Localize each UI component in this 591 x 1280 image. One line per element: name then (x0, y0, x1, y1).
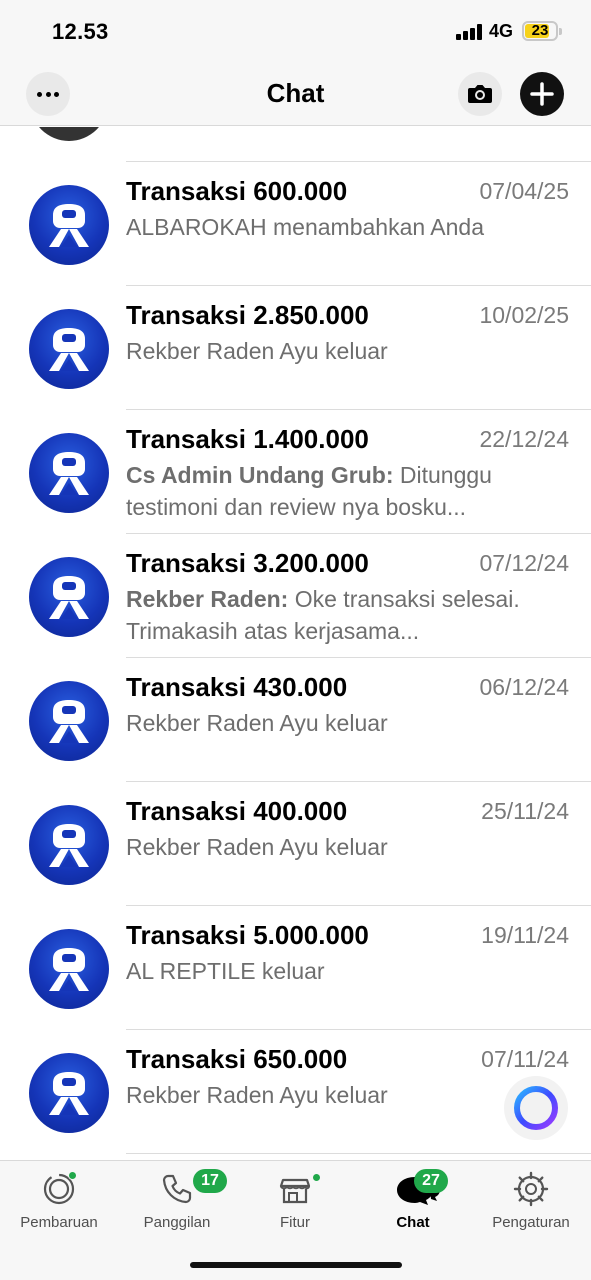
new-chat-button[interactable] (520, 72, 564, 116)
chat-preview: Rekber Raden Ayu keluar (126, 707, 526, 739)
chat-message: Rekber Raden Ayu keluar (126, 834, 388, 860)
avatar[interactable] (29, 185, 109, 265)
chat-name: Transaksi 430.000 (126, 672, 348, 702)
camera-button[interactable] (458, 72, 502, 116)
chat-message: Rekber Raden Ayu keluar (126, 1082, 388, 1108)
chat-message: Rekber Raden Ayu keluar (126, 338, 388, 364)
rekber-logo-icon (49, 204, 89, 247)
chat-preview: Cs Admin Undang Grub: Ditunggu testimoni… (126, 462, 492, 520)
rekber-logo-icon (49, 452, 89, 495)
row-divider (126, 161, 591, 162)
tab-badge: 27 (414, 1169, 448, 1193)
tab-label: Panggilan (143, 1214, 211, 1231)
signal-icon (456, 24, 482, 40)
tab-pembaruan[interactable]: Pembaruan (0, 1161, 118, 1241)
battery-icon: 23 (522, 21, 558, 41)
chat-name: Transaksi 3.200.000 (126, 548, 369, 578)
battery-level: 23 (531, 22, 549, 39)
avatar[interactable] (29, 433, 109, 513)
tab-pengaturan[interactable]: Pengaturan (472, 1161, 590, 1241)
row-divider (126, 1029, 591, 1030)
chat-message: AL REPTILE keluar (126, 958, 325, 984)
rekber-logo-icon (49, 700, 89, 743)
header: Chat (0, 62, 591, 126)
chat-message: Rekber Raden Ayu keluar (126, 710, 388, 736)
tab-label: Chat (396, 1214, 430, 1231)
chat-date: 22/12/24 (479, 426, 569, 452)
avatar[interactable] (30, 127, 108, 141)
chat-date: 25/11/24 (481, 798, 569, 824)
chat-preview: ALBAROKAH menambahkan Anda (126, 211, 526, 243)
chat-preview: Rekber Raden: Oke transaksi selesai. Tri… (126, 586, 520, 644)
rekber-logo-icon (49, 576, 89, 619)
status-time: 12.53 (52, 19, 109, 44)
camera-icon (468, 85, 492, 103)
chat-row[interactable]: Transaksi 430.000 06/12/24 Rekber Raden Ay… (0, 657, 591, 781)
chat-date: 07/11/24 (481, 1046, 569, 1072)
row-divider (126, 409, 591, 410)
notification-dot (312, 1173, 321, 1182)
row-divider (126, 781, 591, 782)
status-bar: 12.53 4G 23 (0, 0, 591, 62)
plus-icon (530, 82, 554, 106)
chat-date: 10/02/25 (479, 302, 569, 328)
row-divider (126, 533, 591, 534)
chat-name: Transaksi 400.000 (126, 796, 348, 826)
tab-label: Pembaruan (20, 1214, 98, 1231)
chat-sender: Cs Admin Undang Grub (126, 462, 386, 488)
gear-icon (513, 1171, 549, 1207)
row-divider (126, 905, 591, 906)
network-type: 4G (489, 21, 514, 41)
home-indicator (190, 1262, 402, 1268)
chat-row[interactable]: Transaksi 2.850.000 10/02/25 Rekber Raden … (0, 285, 591, 409)
chat-preview: AL REPTILE keluar (126, 955, 526, 987)
chat-date: 06/12/24 (479, 674, 569, 700)
chat-row[interactable]: Transaksi 400.000 25/11/24 Rekber Raden Ay… (0, 781, 591, 905)
chat-name: Transaksi 5.000.000 (126, 920, 369, 950)
rekber-logo-icon (49, 824, 89, 867)
chat-row[interactable]: Transaksi 1.400.000 22/12/24 Cs Admin Unda… (0, 409, 591, 533)
chat-row[interactable]: Transaksi 5.000.000 19/11/24 AL REPTILE ke… (0, 905, 591, 1029)
chat-name: Transaksi 650.000 (126, 1044, 348, 1074)
row-divider (126, 657, 591, 658)
rekber-logo-icon (49, 1072, 89, 1115)
chat-name: Transaksi 2.850.000 (126, 300, 369, 330)
page-title: Chat (266, 78, 325, 108)
ai-ring-icon (514, 1086, 558, 1130)
chat-preview: Rekber Raden Ayu keluar (126, 831, 526, 863)
rekber-logo-icon (49, 328, 89, 371)
chat-row[interactable]: Transaksi 3.200.000 07/12/24 Rekber Raden:… (0, 533, 591, 657)
avatar[interactable] (29, 557, 109, 637)
chat-preview: Rekber Raden Ayu keluar (126, 335, 526, 367)
rekber-logo-icon (49, 948, 89, 991)
notification-dot (68, 1171, 77, 1180)
chat-preview: Rekber Raden Ayu keluar (126, 1079, 526, 1111)
tab-panggilan[interactable]: Panggilan 17 (118, 1161, 236, 1241)
store-icon (277, 1171, 313, 1207)
tab-chat[interactable]: Chat 27 (354, 1161, 472, 1241)
avatar[interactable] (29, 1053, 109, 1133)
tab-fitur[interactable]: Fitur (236, 1161, 354, 1241)
avatar[interactable] (29, 681, 109, 761)
tab-label: Fitur (280, 1214, 310, 1231)
chat-name: Transaksi 1.400.000 (126, 424, 369, 454)
avatar[interactable] (29, 805, 109, 885)
chat-date: 07/04/25 (479, 178, 569, 204)
tab-label: Pengaturan (492, 1214, 570, 1231)
phone-icon (159, 1171, 195, 1207)
chat-date: 07/12/24 (479, 550, 569, 576)
tab-badge: 17 (193, 1169, 227, 1193)
chat-name: Transaksi 600.000 (126, 176, 348, 206)
chat-list[interactable]: Transaksi 600.000 07/04/25 ALBAROKAH menam… (0, 127, 591, 1160)
row-divider (126, 1153, 591, 1154)
avatar[interactable] (29, 309, 109, 389)
chat-row[interactable]: Transaksi 650.000 07/11/24 Rekber Raden Ay… (0, 1029, 591, 1153)
chat-sender: Rekber Raden (126, 586, 281, 612)
meta-ai-button[interactable] (504, 1076, 568, 1140)
chat-date: 19/11/24 (481, 922, 569, 948)
avatar[interactable] (29, 929, 109, 1009)
chat-row[interactable]: Transaksi 600.000 07/04/25 ALBAROKAH menam… (0, 161, 591, 285)
row-divider (126, 285, 591, 286)
chat-message: ALBAROKAH menambahkan Anda (126, 214, 484, 240)
